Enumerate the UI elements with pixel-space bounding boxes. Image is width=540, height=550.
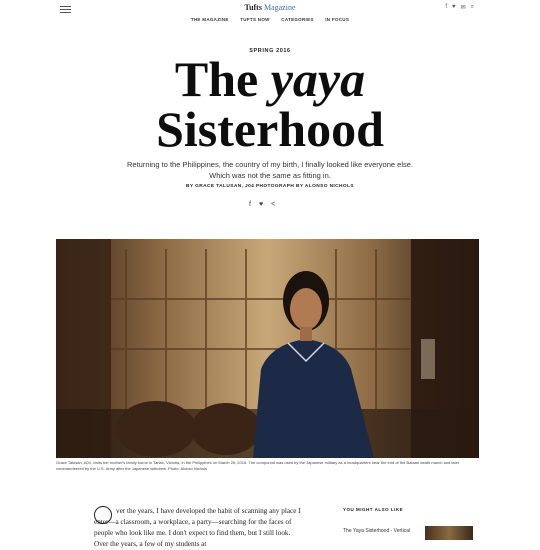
- dek-line-2: Which was not the same as fitting in.: [209, 171, 331, 180]
- site-title-text: Tufts: [244, 3, 262, 12]
- search-icon[interactable]: ⌕: [471, 4, 474, 11]
- byline: BY GRACE TALUSAN, J04 PHOTOGRAPH BY ALON…: [186, 184, 354, 189]
- social-links: f ♥ ✉ ⌕: [445, 4, 474, 11]
- body-paragraph: ver the years, I have developed the habi…: [94, 507, 301, 548]
- article-headline: The yaya Sisterhood: [0, 54, 540, 154]
- twitter-icon[interactable]: ♥: [452, 4, 456, 11]
- headline-line-2: Sisterhood: [156, 101, 384, 157]
- share-icon[interactable]: <: [271, 201, 275, 208]
- share-bar: f ♥ <: [249, 201, 275, 208]
- nav-item-tufts-now[interactable]: TUFTS NOW: [240, 17, 269, 22]
- article-dek: Returning to the Philippines, the countr…: [0, 159, 540, 181]
- nav-item-the-magazine[interactable]: THE MAGAZINE: [191, 17, 229, 22]
- share-twitter-icon[interactable]: ♥: [259, 201, 263, 208]
- main-nav: THE MAGAZINE TUFTS NOW CATEGORIES IN FOC…: [0, 17, 540, 22]
- facebook-icon[interactable]: f: [445, 4, 447, 11]
- share-facebook-icon[interactable]: f: [249, 201, 251, 208]
- nav-item-in-focus[interactable]: IN FOCUS: [325, 17, 349, 22]
- email-icon[interactable]: ✉: [461, 4, 466, 11]
- top-bar: Tufts Magazine THE MAGAZINE TUFTS NOW CA…: [0, 0, 540, 30]
- headline-word-the: The: [174, 51, 259, 107]
- photo-caption: Grace Talusan, A04, visits her mother's …: [56, 460, 460, 471]
- headline-word-yaya: yaya: [270, 51, 366, 107]
- hero-photo: [56, 239, 479, 458]
- article-body: ver the years, I have developed the habi…: [94, 506, 304, 550]
- related-title: YOU MIGHT ALSO LIKE: [343, 507, 404, 512]
- hero-photo-image: [56, 239, 479, 458]
- nav-item-categories[interactable]: CATEGORIES: [281, 17, 313, 22]
- related-item-link[interactable]: The Yaya Sisterhood - Vertical: [343, 528, 410, 534]
- site-title-accent: Magazine: [263, 3, 296, 12]
- related-item-thumbnail[interactable]: [425, 526, 473, 540]
- dek-line-1: Returning to the Philippines, the countr…: [127, 160, 413, 169]
